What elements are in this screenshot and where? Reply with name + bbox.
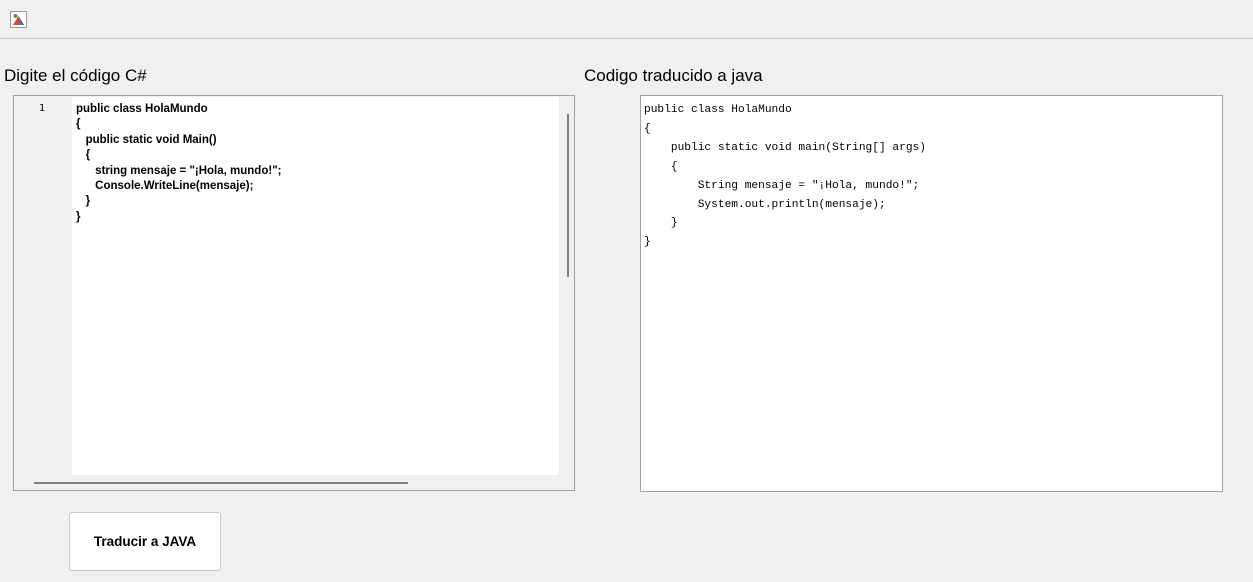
translate-button[interactable]: Traducir a JAVA: [69, 512, 221, 571]
csharp-code-input[interactable]: public class HolaMundo { public static v…: [72, 97, 559, 475]
vertical-scrollbar[interactable]: [567, 114, 569, 277]
window-titlebar: [0, 0, 1253, 39]
csharp-editor-scrollpane: 1 public class HolaMundo { public static…: [13, 95, 575, 491]
java-app-icon[interactable]: [10, 11, 27, 28]
csharp-code-label: Digite el código C#: [4, 66, 147, 85]
java-code-label: Codigo traducido a java: [584, 66, 763, 85]
csharp-code-text[interactable]: public class HolaMundo { public static v…: [72, 97, 559, 225]
java-code-output[interactable]: public class HolaMundo { public static v…: [640, 95, 1223, 492]
java-code-text[interactable]: public class HolaMundo { public static v…: [641, 96, 1222, 252]
horizontal-scrollbar[interactable]: [34, 482, 408, 484]
line-number: 1: [39, 103, 46, 114]
line-number-gutter: 1: [15, 97, 72, 475]
